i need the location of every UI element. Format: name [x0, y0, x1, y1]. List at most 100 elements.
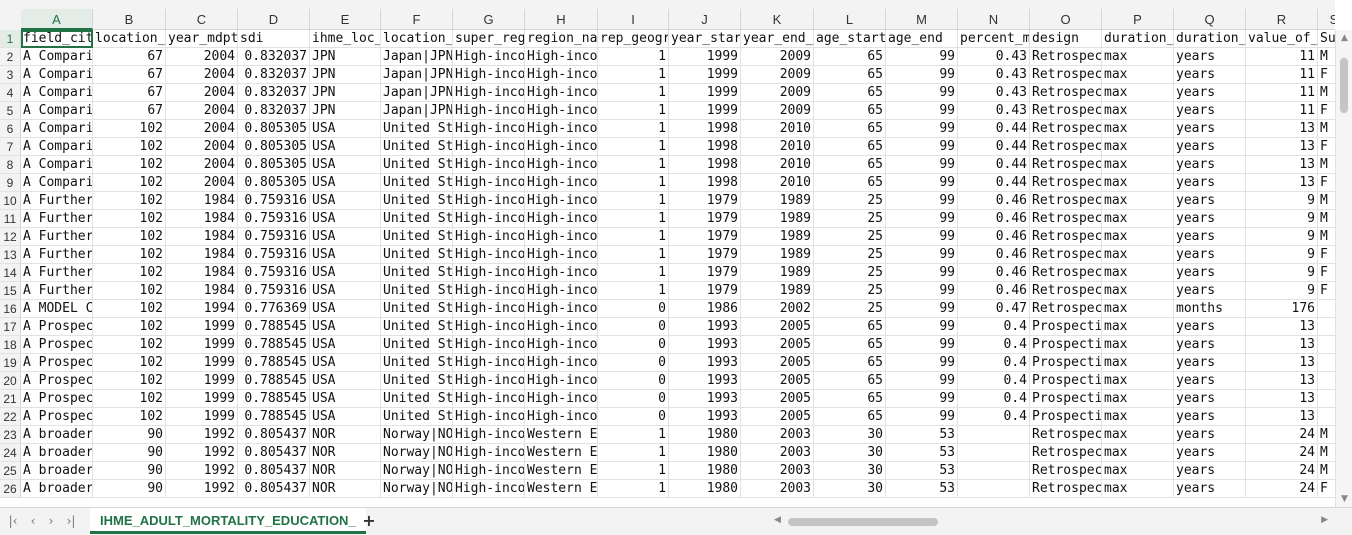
- cell-h22[interactable]: High-inco: [525, 408, 598, 426]
- cell-m23[interactable]: 53: [886, 426, 958, 444]
- cell-j20[interactable]: 1993: [669, 372, 741, 390]
- cell-p15[interactable]: max: [1102, 282, 1174, 300]
- cell-h18[interactable]: High-inco: [525, 336, 598, 354]
- cell-k15[interactable]: 1989: [741, 282, 814, 300]
- cell-k7[interactable]: 2010: [741, 138, 814, 156]
- cell-j16[interactable]: 1986: [669, 300, 741, 318]
- cell-q3[interactable]: years: [1174, 66, 1246, 84]
- cell-d15[interactable]: 0.759316: [238, 282, 310, 300]
- cell-r10[interactable]: 9: [1246, 192, 1318, 210]
- cell-f10[interactable]: United St: [381, 192, 453, 210]
- cell-q20[interactable]: years: [1174, 372, 1246, 390]
- cell-e21[interactable]: USA: [310, 390, 381, 408]
- cell-g1[interactable]: super_reg: [453, 30, 525, 48]
- cell-b2[interactable]: 67: [93, 48, 166, 66]
- column-header-c[interactable]: C: [166, 9, 238, 30]
- cell-a1[interactable]: field_cit: [21, 30, 93, 48]
- cell-b3[interactable]: 67: [93, 66, 166, 84]
- cell-m25[interactable]: 53: [886, 462, 958, 480]
- cell-q1[interactable]: duration_: [1174, 30, 1246, 48]
- cell-m10[interactable]: 99: [886, 192, 958, 210]
- cell-i7[interactable]: 1: [598, 138, 669, 156]
- cell-h17[interactable]: High-inco: [525, 318, 598, 336]
- cell-p5[interactable]: max: [1102, 102, 1174, 120]
- cell-p22[interactable]: max: [1102, 408, 1174, 426]
- cell-b14[interactable]: 102: [93, 264, 166, 282]
- cell-l9[interactable]: 65: [814, 174, 886, 192]
- cell-p9[interactable]: max: [1102, 174, 1174, 192]
- cell-q13[interactable]: years: [1174, 246, 1246, 264]
- row-header-10[interactable]: 10: [0, 192, 21, 210]
- cell-d17[interactable]: 0.788545: [238, 318, 310, 336]
- cell-g26[interactable]: High-inco: [453, 480, 525, 498]
- cell-r17[interactable]: 13: [1246, 318, 1318, 336]
- cell-n11[interactable]: 0.46: [958, 210, 1030, 228]
- cell-n5[interactable]: 0.43: [958, 102, 1030, 120]
- cell-q16[interactable]: months: [1174, 300, 1246, 318]
- cell-d23[interactable]: 0.805437: [238, 426, 310, 444]
- cell-i8[interactable]: 1: [598, 156, 669, 174]
- cell-s12[interactable]: M: [1318, 228, 1335, 246]
- cell-g10[interactable]: High-inco: [453, 192, 525, 210]
- cell-r19[interactable]: 13: [1246, 354, 1318, 372]
- cell-g7[interactable]: High-inco: [453, 138, 525, 156]
- cell-l16[interactable]: 25: [814, 300, 886, 318]
- cell-g20[interactable]: High-inco: [453, 372, 525, 390]
- cell-e16[interactable]: USA: [310, 300, 381, 318]
- cell-f12[interactable]: United St: [381, 228, 453, 246]
- cell-r7[interactable]: 13: [1246, 138, 1318, 156]
- cell-r21[interactable]: 13: [1246, 390, 1318, 408]
- cell-i11[interactable]: 1: [598, 210, 669, 228]
- row-header-16[interactable]: 16: [0, 300, 21, 318]
- cell-h1[interactable]: region_na: [525, 30, 598, 48]
- cell-l12[interactable]: 25: [814, 228, 886, 246]
- cell-i22[interactable]: 0: [598, 408, 669, 426]
- cell-k12[interactable]: 1989: [741, 228, 814, 246]
- scroll-up-icon[interactable]: ▲: [1339, 32, 1350, 44]
- cell-h13[interactable]: High-inco: [525, 246, 598, 264]
- cell-l18[interactable]: 65: [814, 336, 886, 354]
- cell-n7[interactable]: 0.44: [958, 138, 1030, 156]
- cell-l15[interactable]: 25: [814, 282, 886, 300]
- cell-c12[interactable]: 1984: [166, 228, 238, 246]
- cell-n4[interactable]: 0.43: [958, 84, 1030, 102]
- cell-a26[interactable]: A broader: [21, 480, 93, 498]
- cell-e17[interactable]: USA: [310, 318, 381, 336]
- next-sheet-icon[interactable]: ›: [42, 513, 60, 529]
- cell-i10[interactable]: 1: [598, 192, 669, 210]
- cell-i2[interactable]: 1: [598, 48, 669, 66]
- cell-d11[interactable]: 0.759316: [238, 210, 310, 228]
- cell-e24[interactable]: NOR: [310, 444, 381, 462]
- row-header-17[interactable]: 17: [0, 318, 21, 336]
- cell-b18[interactable]: 102: [93, 336, 166, 354]
- cell-f13[interactable]: United St: [381, 246, 453, 264]
- cell-b20[interactable]: 102: [93, 372, 166, 390]
- cell-o19[interactable]: Prospecti: [1030, 354, 1102, 372]
- column-header-e[interactable]: E: [310, 9, 381, 30]
- row-header-21[interactable]: 21: [0, 390, 21, 408]
- cell-c2[interactable]: 2004: [166, 48, 238, 66]
- cell-c17[interactable]: 1999: [166, 318, 238, 336]
- cell-o22[interactable]: Prospecti: [1030, 408, 1102, 426]
- cell-d26[interactable]: 0.805437: [238, 480, 310, 498]
- row-header-23[interactable]: 23: [0, 426, 21, 444]
- cell-k11[interactable]: 1989: [741, 210, 814, 228]
- cell-a21[interactable]: A Prospec: [21, 390, 93, 408]
- cell-s16[interactable]: [1318, 300, 1335, 318]
- cell-c3[interactable]: 2004: [166, 66, 238, 84]
- cell-g23[interactable]: High-inco: [453, 426, 525, 444]
- cell-i1[interactable]: rep_geogr: [598, 30, 669, 48]
- cell-a5[interactable]: A Compari: [21, 102, 93, 120]
- cell-o25[interactable]: Retrospec: [1030, 462, 1102, 480]
- cell-s26[interactable]: F: [1318, 480, 1335, 498]
- cell-o13[interactable]: Retrospec: [1030, 246, 1102, 264]
- cell-g5[interactable]: High-inco: [453, 102, 525, 120]
- cell-s10[interactable]: M: [1318, 192, 1335, 210]
- cell-k20[interactable]: 2005: [741, 372, 814, 390]
- cell-b6[interactable]: 102: [93, 120, 166, 138]
- cell-s25[interactable]: M: [1318, 462, 1335, 480]
- cell-s18[interactable]: [1318, 336, 1335, 354]
- cell-e26[interactable]: NOR: [310, 480, 381, 498]
- cell-c16[interactable]: 1994: [166, 300, 238, 318]
- cell-p10[interactable]: max: [1102, 192, 1174, 210]
